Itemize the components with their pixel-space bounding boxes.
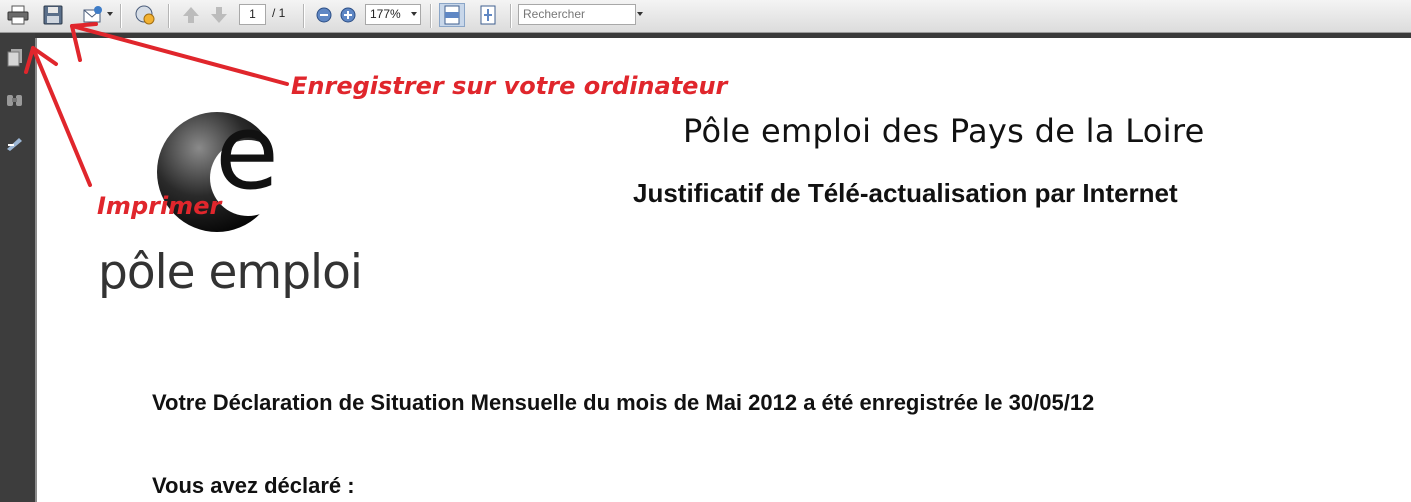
print-arrow-line xyxy=(31,46,92,187)
save-arrow-line xyxy=(70,24,289,86)
annotation-save: Enregistrer sur votre ordinateur xyxy=(291,72,728,100)
annotation-print: Imprimer xyxy=(97,192,222,220)
